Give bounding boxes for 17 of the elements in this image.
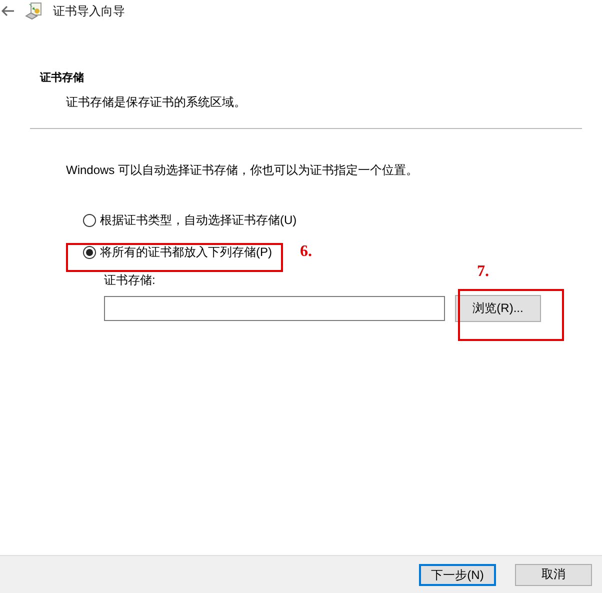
field-label: 证书存储: xyxy=(104,272,156,289)
annotation-number: 7. xyxy=(477,263,489,281)
footer-button[interactable]: 下一步(N) xyxy=(419,564,496,586)
intro-text: Windows 可以自动选择证书存储，你也可以为证书指定一个位置。 xyxy=(66,162,420,179)
radio-button[interactable] xyxy=(83,214,96,226)
window-title: 证书导入向导 xyxy=(53,2,125,20)
back-arrow-icon[interactable] xyxy=(1,5,15,17)
browse-button[interactable]: 浏览(R)... xyxy=(455,295,541,322)
annotation-number: 6. xyxy=(300,243,312,261)
radio-label[interactable]: 将所有的证书都放入下列存储(P) xyxy=(100,244,272,260)
radio-button[interactable] xyxy=(83,246,96,258)
radio-label[interactable]: 根据证书类型，自动选择证书存储(U) xyxy=(100,212,297,228)
page-heading: 证书存储 xyxy=(40,70,85,85)
certificate-icon xyxy=(25,2,43,20)
page-description: 证书存储是保存证书的系统区域。 xyxy=(66,94,247,111)
footer-button[interactable]: 取消 xyxy=(515,564,592,586)
input-field[interactable] xyxy=(104,296,445,321)
